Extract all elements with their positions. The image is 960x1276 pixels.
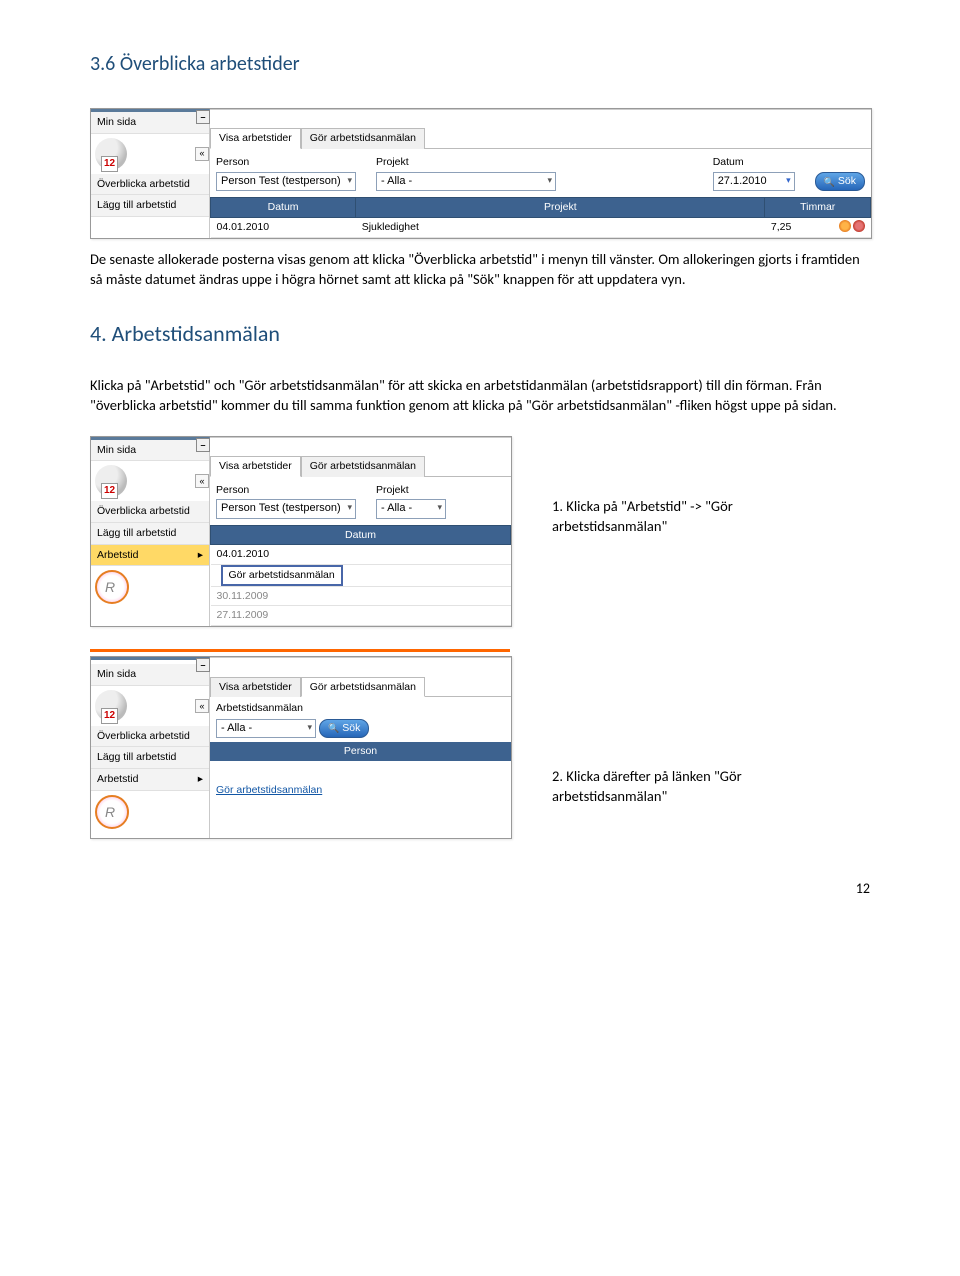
calendar-clock-icon — [95, 138, 127, 170]
screenshot-anmalan: Min sida « Överblicka arbetstid Lägg til… — [90, 656, 512, 839]
sidebar-item-arbetstid[interactable]: Arbetstid ▸ — [91, 769, 209, 791]
submenu-gor-arbetstidsanmalan[interactable]: Gör arbetstidsanmälan — [221, 565, 343, 586]
th-projekt: Projekt — [356, 198, 765, 218]
sidebar-label: Lägg till arbetstid — [97, 750, 176, 765]
label-datum: Datum — [713, 155, 795, 170]
page-number: 12 — [90, 879, 870, 899]
tab-bar: Visa arbetstider Gör arbetstidsanmälan — [210, 676, 511, 698]
calendar-clock-icon — [95, 465, 127, 497]
collapse-icon[interactable]: – — [196, 110, 210, 124]
sidebar-item-laggtill[interactable]: Lägg till arbetstid — [91, 747, 209, 769]
tab-gor-arbetstidsanmalan[interactable]: Gör arbetstidsanmälan — [301, 128, 425, 149]
search-button[interactable]: Sök — [815, 172, 865, 191]
sidebar-label: Arbetstid — [97, 548, 138, 563]
th-datum: Datum — [211, 525, 511, 545]
table-row[interactable]: 27.11.2009 — [211, 606, 511, 626]
sidebar-label: Överblicka arbetstid — [97, 729, 190, 744]
table-row[interactable]: 30.11.2009 — [211, 586, 511, 606]
paragraph-2: Klicka på "Arbetstid" och "Gör arbetstid… — [90, 375, 870, 416]
section-heading-4: 4. Arbetstidsanmälan — [90, 319, 870, 350]
main-panel: – Visa arbetstider Gör arbetstidsanmälan… — [210, 109, 871, 238]
sidebar-item-minsida[interactable]: Min sida — [91, 440, 209, 462]
sidebar-label: Arbetstid — [97, 772, 138, 787]
sidebar-label: Min sida — [97, 115, 136, 130]
expand-icon[interactable]: « — [195, 474, 209, 488]
select-projekt[interactable]: - Alla - — [376, 172, 556, 191]
instruction-note-1: 1. Klicka på "Arbetstid" -> "Gör arbetst… — [552, 496, 752, 537]
expand-icon[interactable]: « — [195, 699, 209, 713]
expand-icon[interactable]: « — [195, 147, 209, 161]
worktime-table: Datum Projekt Timmar 04.01.2010 Sjukledi… — [210, 197, 871, 237]
sidebar-item-minsida[interactable]: Min sida — [91, 112, 209, 134]
sidebar-item-laggtill[interactable]: Lägg till arbetstid — [91, 523, 209, 545]
select-projekt[interactable]: - Alla - — [376, 499, 446, 518]
label-projekt: Projekt — [376, 483, 446, 498]
sidebar: Min sida « Överblicka arbetstid Lägg til… — [91, 109, 210, 238]
delete-icon[interactable] — [853, 220, 865, 232]
instruction-note-2: 2. Klicka därefter på länken "Gör arbets… — [552, 766, 752, 807]
table-row[interactable]: 04.01.2010 Sjukledighet 7,25 — [211, 217, 871, 237]
tab-gor-arbetstidsanmalan[interactable]: Gör arbetstidsanmälan — [301, 456, 425, 477]
sidebar-label: Lägg till arbetstid — [97, 526, 176, 541]
table-row: Gör arbetstidsanmälan — [211, 565, 511, 587]
divider — [90, 649, 510, 652]
label-person: Person — [216, 483, 356, 498]
date-table: Datum 04.01.2010 Gör arbetstidsanmälan 3… — [210, 525, 511, 626]
cell-timmar: 7,25 — [765, 217, 871, 237]
sidebar-item-minsida[interactable]: Min sida — [91, 664, 209, 686]
tab-visa-arbetstider[interactable]: Visa arbetstider — [210, 128, 301, 149]
search-button[interactable]: Sök — [319, 719, 369, 738]
sidebar: Min sida « Överblicka arbetstid Lägg til… — [91, 437, 210, 627]
sidebar-item-overblicka[interactable]: Överblicka arbetstid — [91, 726, 209, 748]
cell-datum: 04.01.2010 — [211, 545, 511, 565]
sidebar-label: Min sida — [97, 667, 136, 682]
label-person: Person — [216, 155, 356, 170]
label-arbetstidsanmalan: Arbetstidsanmälan — [216, 701, 505, 716]
label-projekt: Projekt — [376, 155, 556, 170]
cell-datum: 30.11.2009 — [211, 586, 511, 606]
tab-bar: Visa arbetstider Gör arbetstidsanmälan — [210, 455, 511, 477]
main-panel: – Visa arbetstider Gör arbetstidsanmälan… — [210, 437, 511, 627]
link-gor-arbetstidsanmalan[interactable]: Gör arbetstidsanmälan — [210, 779, 328, 802]
sidebar-item-overblicka[interactable]: Överblicka arbetstid — [91, 174, 209, 196]
sidebar-label: Lägg till arbetstid — [97, 198, 176, 213]
tab-visa-arbetstider[interactable]: Visa arbetstider — [210, 677, 301, 698]
sidebar-label: Överblicka arbetstid — [97, 177, 190, 192]
collapse-icon[interactable]: – — [196, 438, 210, 452]
tab-gor-arbetstidsanmalan[interactable]: Gör arbetstidsanmälan — [301, 677, 425, 698]
tab-bar: Visa arbetstider Gör arbetstidsanmälan — [210, 127, 871, 149]
cell-projekt: Sjukledighet — [356, 217, 765, 237]
th-timmar: Timmar — [765, 198, 871, 218]
logo-icon — [95, 570, 129, 604]
th-datum: Datum — [211, 198, 356, 218]
edit-icon[interactable] — [839, 220, 851, 232]
chevron-right-icon: ▸ — [198, 772, 203, 787]
select-person[interactable]: Person Test (testperson) — [216, 172, 356, 191]
input-datum[interactable]: 27.1.2010 — [713, 172, 795, 191]
sidebar-item-arbetstid[interactable]: Arbetstid ▸ — [91, 545, 209, 567]
sidebar: Min sida « Överblicka arbetstid Lägg til… — [91, 657, 210, 838]
screenshot-menu: Min sida « Överblicka arbetstid Lägg til… — [90, 436, 512, 628]
sidebar-label: Min sida — [97, 443, 136, 458]
chevron-right-icon: ▸ — [198, 548, 203, 563]
sidebar-item-laggtill[interactable]: Lägg till arbetstid — [91, 195, 209, 217]
calendar-clock-icon — [95, 690, 127, 722]
sidebar-label: Överblicka arbetstid — [97, 504, 190, 519]
main-panel: – Visa arbetstider Gör arbetstidsanmälan… — [210, 657, 511, 838]
cell-datum: 04.01.2010 — [211, 217, 356, 237]
table-row[interactable]: 04.01.2010 — [211, 545, 511, 565]
screenshot-overview: Min sida « Överblicka arbetstid Lägg til… — [90, 108, 872, 239]
logo-icon — [95, 795, 129, 829]
collapse-icon[interactable]: – — [196, 658, 210, 672]
cell-datum: 27.11.2009 — [211, 606, 511, 626]
th-person: Person — [210, 742, 511, 761]
paragraph-1: De senaste allokerade posterna visas gen… — [90, 249, 870, 290]
select-filter[interactable]: - Alla - — [216, 719, 316, 738]
sidebar-item-overblicka[interactable]: Överblicka arbetstid — [91, 501, 209, 523]
select-person[interactable]: Person Test (testperson) — [216, 499, 356, 518]
tab-visa-arbetstider[interactable]: Visa arbetstider — [210, 456, 301, 477]
section-heading-3-6: 3.6 Överblicka arbetstider — [90, 50, 870, 78]
